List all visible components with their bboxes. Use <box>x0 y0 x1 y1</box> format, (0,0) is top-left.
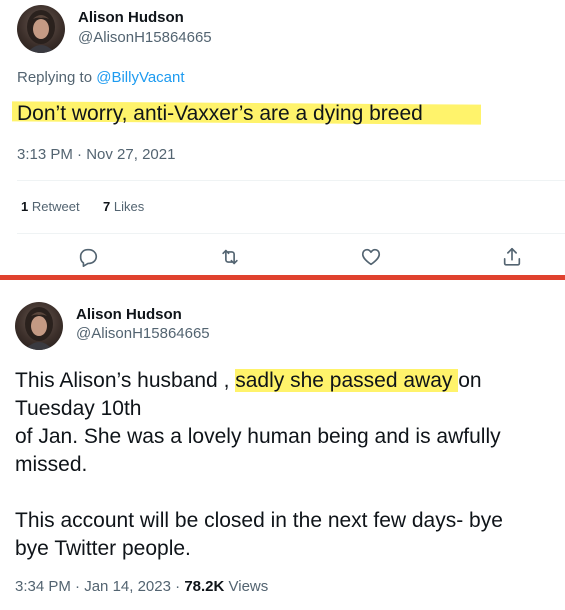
tweet-text-highlight: sadly she passed away <box>235 369 459 392</box>
tweet-text-line: of Jan. She was a lovely human being and… <box>15 425 501 448</box>
tweet-text-line: This Alison’s husband , sadly she passed… <box>15 367 560 395</box>
tweet-time: 3:13 PM <box>17 146 73 163</box>
views-count: 78.2K <box>184 578 225 595</box>
retweets-count: 1 <box>21 199 29 214</box>
tweet-text: Don’t worry, anti-Vaxxer’s are a dying b… <box>17 102 423 125</box>
tweet-date: Jan 14, 2023 <box>84 578 171 595</box>
likes-count: 7 <box>103 199 111 214</box>
likes-label: Likes <box>113 199 145 214</box>
tweet-text: This Alison’s husband , sadly she passed… <box>15 367 560 563</box>
divider <box>17 180 565 181</box>
author-handle[interactable]: @AlisonH15864665 <box>76 325 210 342</box>
screenshot-divider <box>0 275 565 280</box>
share-icon[interactable] <box>501 246 523 268</box>
separator-dot: · <box>77 146 83 163</box>
tweet-text-line: Tuesday 10th <box>15 397 142 420</box>
avatar[interactable] <box>15 302 63 350</box>
tweet-timestamp[interactable]: 3:13 PM · Nov 27, 2021 <box>17 146 175 163</box>
author-name[interactable]: Alison Hudson <box>76 306 182 323</box>
author-name[interactable]: Alison Hudson <box>78 9 184 26</box>
tweet-text-line: missed. <box>15 453 88 476</box>
retweets-stat[interactable]: 1 Retweet <box>21 199 80 214</box>
likes-stat[interactable]: 7 Likes <box>103 199 144 214</box>
tweet-text-line: bye Twitter people. <box>15 537 191 560</box>
author-handle[interactable]: @AlisonH15864665 <box>78 29 212 46</box>
retweets-label: Retweet <box>31 199 80 214</box>
avatar[interactable] <box>17 5 65 53</box>
tweet-time: 3:34 PM <box>15 578 71 595</box>
replying-to-label: Replying to <box>17 69 93 86</box>
reply-icon[interactable] <box>77 246 99 268</box>
separator-dot: · <box>75 578 81 595</box>
divider <box>17 233 565 234</box>
tweet-date: Nov 27, 2021 <box>86 146 176 163</box>
tweet-timestamp[interactable]: 3:34 PM · Jan 14, 2023 · 78.2K Views <box>15 578 268 595</box>
like-icon[interactable] <box>360 246 382 268</box>
replying-to-handle-link[interactable]: @BillyVacant <box>96 69 184 86</box>
replying-to: Replying to @BillyVacant <box>17 69 185 86</box>
tweet-text-line: This account will be closed in the next … <box>15 509 503 532</box>
retweet-icon[interactable] <box>219 246 241 268</box>
tweet-text-part: This Alison’s husband , <box>15 369 236 392</box>
views-label: Views <box>228 578 269 595</box>
separator-dot: · <box>175 578 181 595</box>
tweet-text-part: on <box>458 369 482 392</box>
